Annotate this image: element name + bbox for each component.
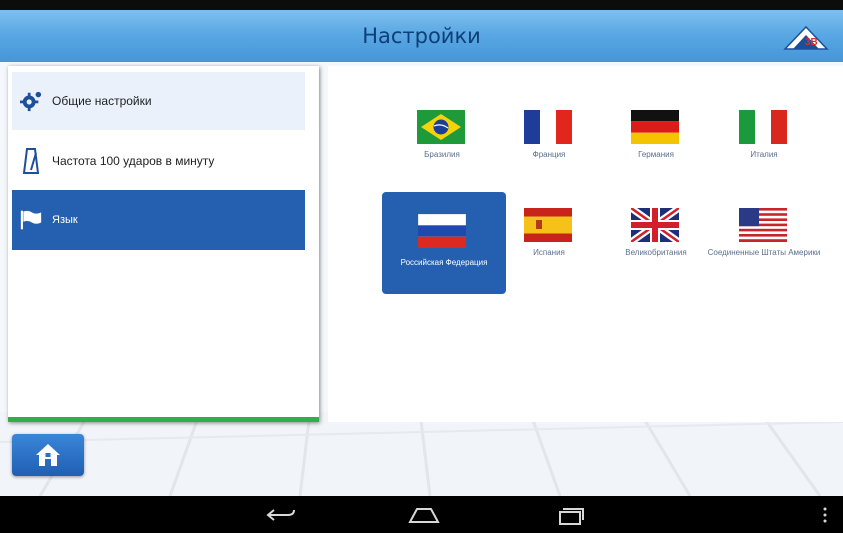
menu-item-label: Язык: [52, 214, 78, 226]
spain-flag-icon: [524, 208, 572, 242]
svg-text:3B: 3B: [805, 37, 818, 48]
russia-flag-icon: [418, 214, 466, 248]
home-icon: [36, 444, 60, 466]
language-option-italy[interactable]: Италия: [712, 94, 816, 198]
gear-icon: [20, 88, 42, 114]
metronome-icon: [20, 148, 42, 174]
language-name: Италия: [750, 150, 778, 159]
language-name: Соединенные Штаты Америки: [707, 248, 821, 257]
language-option-france[interactable]: Франция: [497, 94, 601, 198]
page-title: Настройки: [362, 24, 481, 48]
menu-item-label: Общие настройки: [52, 94, 152, 108]
menu-item-label: Частота 100 ударов в минуту: [52, 154, 215, 168]
floor-background: [0, 412, 843, 496]
overflow-menu-icon[interactable]: [818, 504, 832, 526]
language-option-russia[interactable]: Российская Федерация: [382, 192, 506, 294]
language-option-usa[interactable]: Соединенные Штаты Америки: [708, 192, 820, 296]
status-bar: [0, 0, 843, 10]
menu-item-general-settings[interactable]: Общие настройки: [12, 72, 305, 130]
system-navigation-bar: [0, 496, 843, 533]
language-name: Российская Федерация: [400, 258, 488, 267]
home-button[interactable]: [12, 434, 84, 476]
menu-item-metronome-rate[interactable]: Частота 100 ударов в минуту: [12, 132, 305, 190]
menu-item-language[interactable]: Язык: [12, 190, 305, 250]
brazil-flag-icon: [417, 110, 465, 144]
language-option-uk[interactable]: Великобритания: [604, 192, 708, 296]
3b-scientific-logo-icon: 3B: [783, 25, 829, 50]
language-option-spain[interactable]: Испания: [497, 192, 601, 296]
language-option-brazil[interactable]: Бразилия: [390, 94, 494, 198]
main-area: Общие настройки Частота 100 ударов в мин…: [0, 62, 843, 496]
germany-flag-icon: [631, 110, 679, 144]
back-icon[interactable]: [266, 504, 298, 526]
usa-flag-icon: [739, 208, 787, 242]
uk-flag-icon: [631, 208, 679, 242]
panel-accent-bar: [8, 417, 319, 422]
app-screen: Настройки 3B Общие настройки Частота 100…: [0, 0, 843, 533]
app-header: Настройки 3B: [0, 10, 843, 62]
flag-icon: [20, 207, 42, 233]
home-outline-icon[interactable]: [408, 504, 440, 526]
recents-icon[interactable]: [554, 504, 586, 526]
italy-flag-icon: [739, 110, 787, 144]
france-flag-icon: [524, 110, 572, 144]
language-grid: Бразилия Франция Германия Италия Российс…: [328, 66, 843, 422]
language-option-germany[interactable]: Германия: [604, 94, 708, 198]
settings-menu-panel: Общие настройки Частота 100 ударов в мин…: [8, 66, 319, 422]
